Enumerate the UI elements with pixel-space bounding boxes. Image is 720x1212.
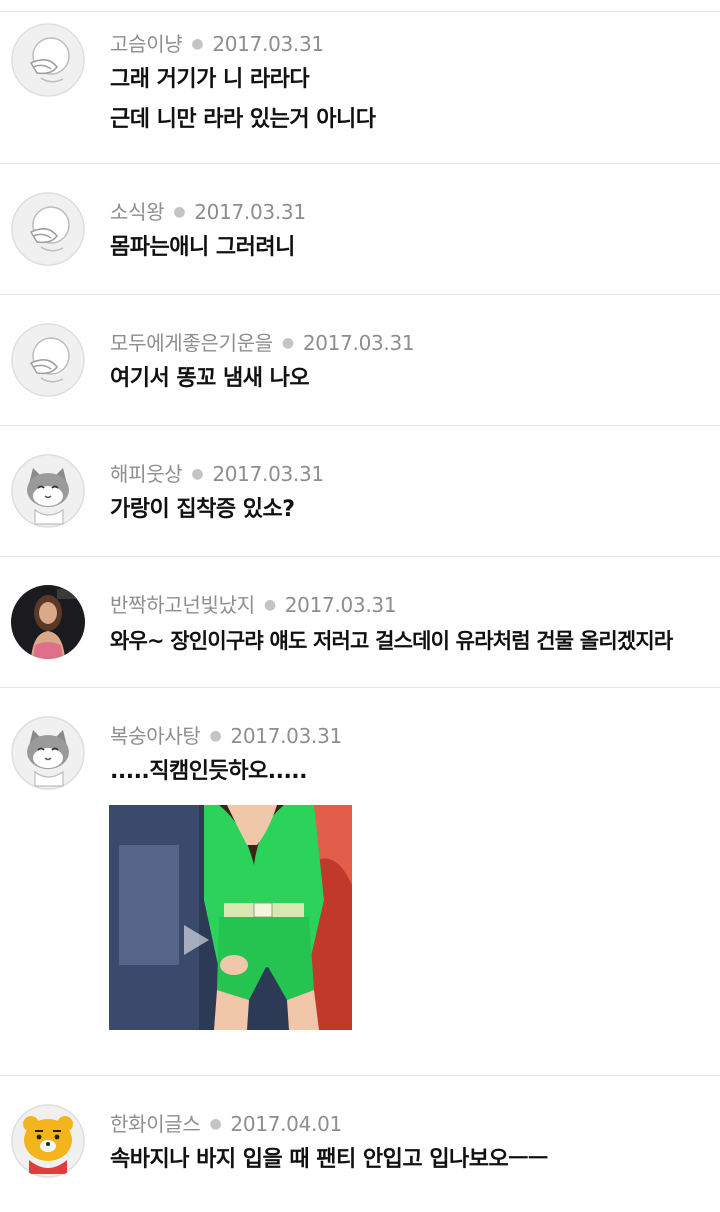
comment-item: 고슴이냥 ● 2017.03.31 그래 거기가 니 라라다 근데 니만 라라 있는… xyxy=(0,12,720,164)
comment-item: 해피웃상 ● 2017.03.31 가랑이 집착증 있소? xyxy=(0,426,720,557)
default-face-icon xyxy=(11,192,85,266)
default-face-icon xyxy=(11,323,85,397)
comment-date: 2017.03.31 xyxy=(284,593,397,617)
separator-dot: ● xyxy=(191,466,204,482)
comment-meta: 모두에게좋은기운을 ● 2017.03.31 xyxy=(110,327,415,356)
comment-text: 여기서 똥꼬 냄새 나오 xyxy=(110,359,310,399)
separator-dot: ● xyxy=(281,335,294,351)
comment-text: 그래 거기가 니 라라다 근데 니만 라라 있는거 아니다 xyxy=(110,60,376,140)
comment-text: .....직캠인듯하오..... xyxy=(110,752,308,792)
avatar[interactable] xyxy=(11,1104,85,1178)
comment-text: 가랑이 집착증 있소? xyxy=(110,490,295,530)
comment-date: 2017.04.01 xyxy=(230,1112,342,1136)
comment-date: 2017.03.31 xyxy=(194,200,306,224)
comment-item: 소식왕 ● 2017.03.31 몸파는애니 그러려니 xyxy=(0,164,720,295)
comment-text: 와우~ 장인이구랴 얘도 저러고 걸스데이 유라처럼 건물 올리겠지라 xyxy=(110,621,673,661)
comment-meta: 고슴이냥 ● 2017.03.31 xyxy=(110,28,324,57)
comment-date: 2017.03.31 xyxy=(212,32,324,56)
default-face-icon xyxy=(11,23,85,97)
comment-line: 속바지나 바지 입을 때 팬티 안입고 입나보오ㅡㅡ xyxy=(110,1147,548,1172)
avatar[interactable] xyxy=(11,585,85,659)
photo-thumbnail[interactable] xyxy=(109,805,352,1030)
separator-dot: ● xyxy=(263,597,276,613)
comment-item: 반짝하고넌빛났지 ● 2017.03.31 와우~ 장인이구랴 얘도 저러고 걸스데… xyxy=(0,557,720,688)
author-name[interactable]: 한화이글스 xyxy=(110,1112,201,1136)
comment-meta: 해피웃상 ● 2017.03.31 xyxy=(110,458,324,487)
comment-text: 속바지나 바지 입을 때 팬티 안입고 입나보오ㅡㅡ xyxy=(110,1140,548,1180)
comment-line: .....직캠인듯하오..... xyxy=(110,759,308,784)
avatar[interactable] xyxy=(11,192,85,266)
avatar[interactable] xyxy=(11,716,85,790)
comment-date: 2017.03.31 xyxy=(230,724,342,748)
bear-character-icon xyxy=(11,1104,85,1178)
comment-meta: 소식왕 ● 2017.03.31 xyxy=(110,196,306,225)
avatar[interactable] xyxy=(11,323,85,397)
separator-dot: ● xyxy=(209,1116,222,1132)
cat-face-icon xyxy=(11,454,85,528)
separator-dot: ● xyxy=(191,36,204,52)
top-divider xyxy=(0,0,720,12)
comment-text: 몸파는애니 그러려니 xyxy=(110,228,295,268)
photo-avatar xyxy=(11,585,85,659)
author-name[interactable]: 반짝하고넌빛났지 xyxy=(110,593,255,617)
author-name[interactable]: 모두에게좋은기운을 xyxy=(110,331,273,355)
avatar[interactable] xyxy=(11,23,85,97)
comment-line: 그래 거기가 니 라라다 xyxy=(110,67,310,92)
comment-line: 와우~ 장인이구랴 얘도 저러고 걸스데이 유라처럼 건물 올리겠지라 xyxy=(110,629,673,653)
comment-item: 모두에게좋은기운을 ● 2017.03.31 여기서 똥꼬 냄새 나오 xyxy=(0,295,720,426)
comment-meta: 반짝하고넌빛났지 ● 2017.03.31 xyxy=(110,589,397,618)
photo-thumbnail-image xyxy=(109,805,352,1030)
comment-line: 근데 니만 라라 있는거 아니다 xyxy=(110,107,376,132)
comment-date: 2017.03.31 xyxy=(302,331,415,355)
comment-meta: 복숭아사탕 ● 2017.03.31 xyxy=(110,720,342,749)
author-name[interactable]: 복숭아사탕 xyxy=(110,724,201,748)
cat-face-icon xyxy=(11,716,85,790)
comment-date: 2017.03.31 xyxy=(212,462,324,486)
comment-line: 몸파는애니 그러려니 xyxy=(110,235,295,260)
comment-item: 한화이글스 ● 2017.04.01 속바지나 바지 입을 때 팬티 안입고 입나보… xyxy=(0,1076,720,1212)
separator-dot: ● xyxy=(209,728,222,744)
comment-meta: 한화이글스 ● 2017.04.01 xyxy=(110,1108,342,1137)
separator-dot: ● xyxy=(173,204,186,220)
author-name[interactable]: 소식왕 xyxy=(110,200,165,224)
avatar[interactable] xyxy=(11,454,85,528)
author-name[interactable]: 고슴이냥 xyxy=(110,32,183,56)
comment-line: 가랑이 집착증 있소? xyxy=(110,497,295,522)
author-name[interactable]: 해피웃상 xyxy=(110,462,183,486)
comment-item: 복숭아사탕 ● 2017.03.31 .....직캠인듯하오..... xyxy=(0,688,720,1076)
comment-line: 여기서 똥꼬 냄새 나오 xyxy=(110,366,310,391)
